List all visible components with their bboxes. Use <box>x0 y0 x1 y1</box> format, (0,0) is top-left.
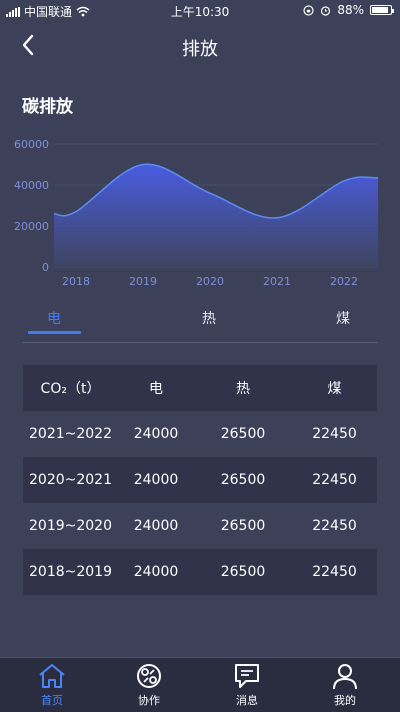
bottom-tab-collaborate[interactable]: 协作 <box>119 662 179 708</box>
row-electricity: 24000 <box>133 426 179 442</box>
status-bar: 中国联通 上午10:30 88% <box>0 0 400 22</box>
status-right: 88% <box>303 3 394 17</box>
bottom-tab-home[interactable]: 首页 <box>22 662 82 708</box>
bottom-tab-profile[interactable]: 我的 <box>315 662 375 708</box>
x-tick-label: 2021 <box>263 275 291 288</box>
page-title: 排放 <box>182 39 218 60</box>
row-coal: 22450 <box>312 472 357 488</box>
x-tick-label: 2022 <box>330 275 358 288</box>
row-period: 2018~2019 <box>29 564 112 580</box>
row-coal: 22450 <box>312 426 357 442</box>
section-title: 碳排放 <box>22 97 73 117</box>
tab-coal[interactable]: 煤 <box>336 308 350 328</box>
battery-icon <box>370 5 394 15</box>
header-heat: 热 <box>236 381 250 397</box>
header-coal: 煤 <box>327 381 342 397</box>
bottom-tab-bar: 首页 协作 消息 我的 <box>0 657 400 712</box>
table-row: 2021~2022 24000 26500 22450 <box>23 411 377 457</box>
tab-heat[interactable]: 热 <box>202 308 216 328</box>
row-period: 2020~2021 <box>29 472 112 488</box>
x-tick-label: 2019 <box>129 275 157 288</box>
bottom-tab-label: 消息 <box>236 694 258 707</box>
row-heat: 26500 <box>220 564 266 580</box>
home-icon <box>39 664 65 688</box>
row-coal: 22450 <box>312 564 357 580</box>
tab-indicator <box>28 331 81 334</box>
row-heat: 26500 <box>220 518 266 534</box>
y-tick-label: 0 <box>42 261 49 274</box>
row-coal: 22450 <box>312 518 357 534</box>
y-tick-label: 60000 <box>14 138 49 151</box>
row-electricity: 24000 <box>133 564 179 580</box>
profile-icon <box>333 664 357 690</box>
tab-electricity[interactable]: 电 <box>47 308 61 328</box>
carbon-emission-chart: 0 20000 40000 60000 2018 2019 2020 2021 2022 <box>14 138 379 288</box>
row-heat: 26500 <box>220 472 266 488</box>
category-tabs: 电 热 煤 <box>22 300 378 343</box>
y-tick-label: 40000 <box>14 179 49 192</box>
battery-percent: 88% <box>337 3 364 17</box>
bottom-tab-label: 首页 <box>41 694 63 707</box>
message-icon <box>235 664 259 688</box>
bottom-tab-label: 协作 <box>138 694 160 707</box>
table-row: 2018~2019 24000 26500 22450 <box>23 549 377 595</box>
emission-table: CO₂（t） 电 热 煤 2021~2022 24000 26500 22450… <box>23 365 377 595</box>
table-row: 2019~2020 24000 26500 22450 <box>23 503 377 549</box>
y-tick-label: 20000 <box>14 220 49 233</box>
alarm-icon <box>321 5 331 16</box>
table-row: 2020~2021 24000 26500 22450 <box>23 457 377 503</box>
emission-area <box>54 164 378 267</box>
row-period: 2019~2020 <box>29 518 112 534</box>
x-tick-label: 2018 <box>62 275 90 288</box>
bottom-tab-message[interactable]: 消息 <box>217 662 277 708</box>
bottom-tab-label: 我的 <box>334 694 356 707</box>
table-header: CO₂（t） 电 热 煤 <box>23 365 377 411</box>
x-tick-label: 2020 <box>196 275 224 288</box>
row-heat: 26500 <box>220 426 266 442</box>
row-period: 2021~2022 <box>29 426 112 442</box>
row-electricity: 24000 <box>133 518 179 534</box>
lock-rotation-icon <box>303 4 314 16</box>
header-co2: CO₂（t） <box>40 381 101 397</box>
header-electricity: 电 <box>149 381 163 397</box>
collaborate-icon <box>137 664 161 688</box>
nav-bar: 排放 <box>0 22 400 68</box>
row-electricity: 24000 <box>133 472 179 488</box>
